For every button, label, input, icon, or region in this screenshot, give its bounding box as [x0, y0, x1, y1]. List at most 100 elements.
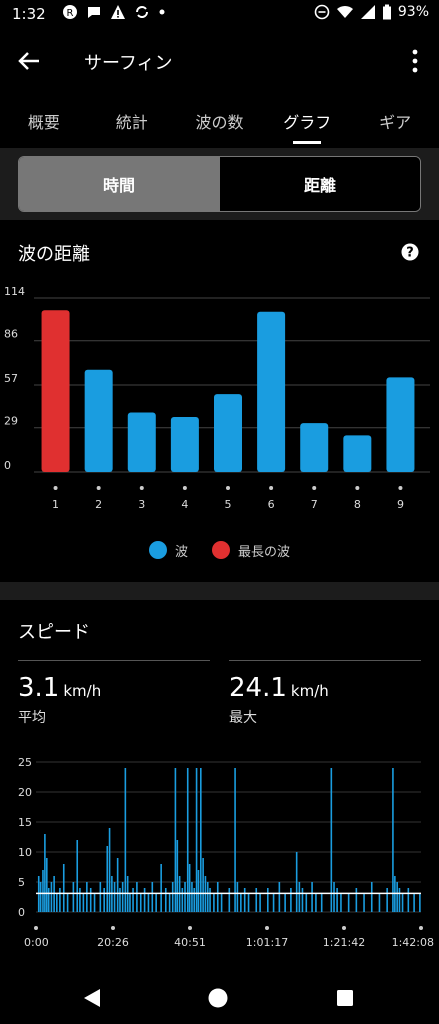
x-tick-label: 4 [181, 498, 188, 511]
speed-bar [176, 840, 179, 912]
speed-bar [272, 894, 275, 912]
speed-bar [392, 768, 394, 912]
tab-bar: 概要 統計 波の数 グラフ ギア [0, 100, 439, 144]
x-tick-dot [226, 486, 230, 490]
distance-toggle-button[interactable]: 距離 [219, 157, 420, 211]
x-tick-label: 6 [268, 498, 275, 511]
speed-bar [42, 870, 44, 912]
tab-gear[interactable]: ギア [351, 100, 439, 144]
tab-graph[interactable]: グラフ [263, 100, 351, 144]
more-options-button[interactable] [405, 48, 425, 74]
speed-bar [66, 894, 69, 912]
speed-bar [47, 888, 50, 912]
speed-bar [44, 834, 46, 912]
speed-bar [200, 768, 202, 912]
x-tick-label: 5 [225, 498, 232, 511]
speed-bar [82, 894, 85, 912]
x-tick-dot [182, 486, 187, 490]
speed-bar [340, 894, 342, 912]
wave-bar [343, 435, 372, 472]
speed-bar [311, 882, 313, 912]
speed-bar [370, 882, 373, 912]
speed-bar [46, 858, 48, 912]
speed-bar [220, 894, 223, 912]
speed-bar [174, 768, 177, 912]
longest-wave-bar [41, 310, 70, 472]
speed-bar [228, 888, 231, 912]
speed-bar [378, 894, 381, 912]
speed-bar [315, 894, 317, 912]
speed-bar [62, 864, 65, 912]
do-not-disturb-icon [314, 4, 330, 20]
nav-recents-icon [337, 990, 353, 1006]
wave-bar [170, 417, 199, 472]
back-button[interactable] [14, 46, 44, 76]
speed-bar [99, 882, 102, 912]
speed-bar [193, 888, 196, 912]
x-tick-dot [96, 486, 101, 490]
speed-bar [124, 768, 127, 912]
speed-bar [195, 768, 198, 912]
speed-bar [240, 894, 242, 912]
speed-bar [407, 888, 410, 912]
y-tick-label: 15 [18, 816, 32, 829]
legend-label-wave: 波 [174, 544, 188, 560]
chat-bubble-icon [88, 7, 100, 18]
help-button[interactable]: ? [401, 243, 419, 261]
y-tick-label: 29 [4, 415, 18, 428]
speed-bar [39, 882, 42, 912]
tab-overview[interactable]: 概要 [0, 100, 88, 144]
speed-bar [259, 894, 261, 912]
speed-bar [278, 882, 281, 912]
legend-swatch-wave [148, 541, 167, 559]
x-tick-dot [269, 486, 274, 490]
speed-bar [213, 894, 215, 912]
page-title: サーフィン [84, 53, 173, 74]
speed-bar [197, 870, 200, 912]
speed-bar [301, 888, 304, 912]
time-toggle-button[interactable]: 時間 [19, 157, 219, 211]
nav-recents-button[interactable] [336, 989, 354, 1007]
nav-back-icon [84, 989, 100, 1007]
metric-toggle-section: 時間 距離 [0, 148, 439, 220]
tab-stats[interactable]: 統計 [88, 100, 176, 144]
x-tick-label: 40:51 [174, 936, 206, 949]
speed-bar [202, 858, 204, 912]
speed-bar [396, 882, 398, 912]
speed-bar [295, 852, 298, 912]
nav-home-icon [208, 988, 228, 1008]
speed-bar [119, 888, 121, 912]
speed-bar [164, 888, 167, 912]
speed-bar [116, 858, 119, 912]
x-tick-dot [53, 486, 58, 490]
status-system-icons: 93% [314, 4, 429, 20]
sync-icon [136, 6, 148, 18]
x-tick-dot [265, 926, 269, 930]
warning-icon [111, 5, 125, 19]
x-tick-label: 0:00 [24, 936, 49, 949]
dot-icon [159, 9, 165, 15]
speed-bar [355, 888, 358, 912]
speed-bar [320, 894, 323, 912]
wave-bar [84, 369, 113, 472]
y-tick-label: 86 [4, 328, 18, 341]
speed-bar [363, 894, 365, 912]
y-tick-label: 0 [18, 906, 25, 919]
x-tick-label: 2 [95, 498, 102, 511]
x-tick-dot [419, 926, 423, 930]
speed-bar [216, 882, 219, 912]
speed-bar [139, 894, 142, 912]
nav-back-button[interactable] [82, 988, 102, 1008]
notification-badge-icon: R [63, 5, 77, 19]
speed-bar [267, 888, 269, 912]
speed-bar [347, 894, 350, 912]
nav-home-button[interactable] [208, 988, 228, 1008]
y-tick-label: 25 [18, 756, 32, 769]
speed-bar [86, 882, 88, 912]
x-tick-dot [312, 486, 317, 490]
legend-swatch-longest [212, 541, 230, 559]
speed-bar [50, 882, 53, 912]
wave-bar [127, 412, 156, 472]
speed-bar [336, 888, 338, 912]
tab-wave-count[interactable]: 波の数 [176, 100, 264, 144]
